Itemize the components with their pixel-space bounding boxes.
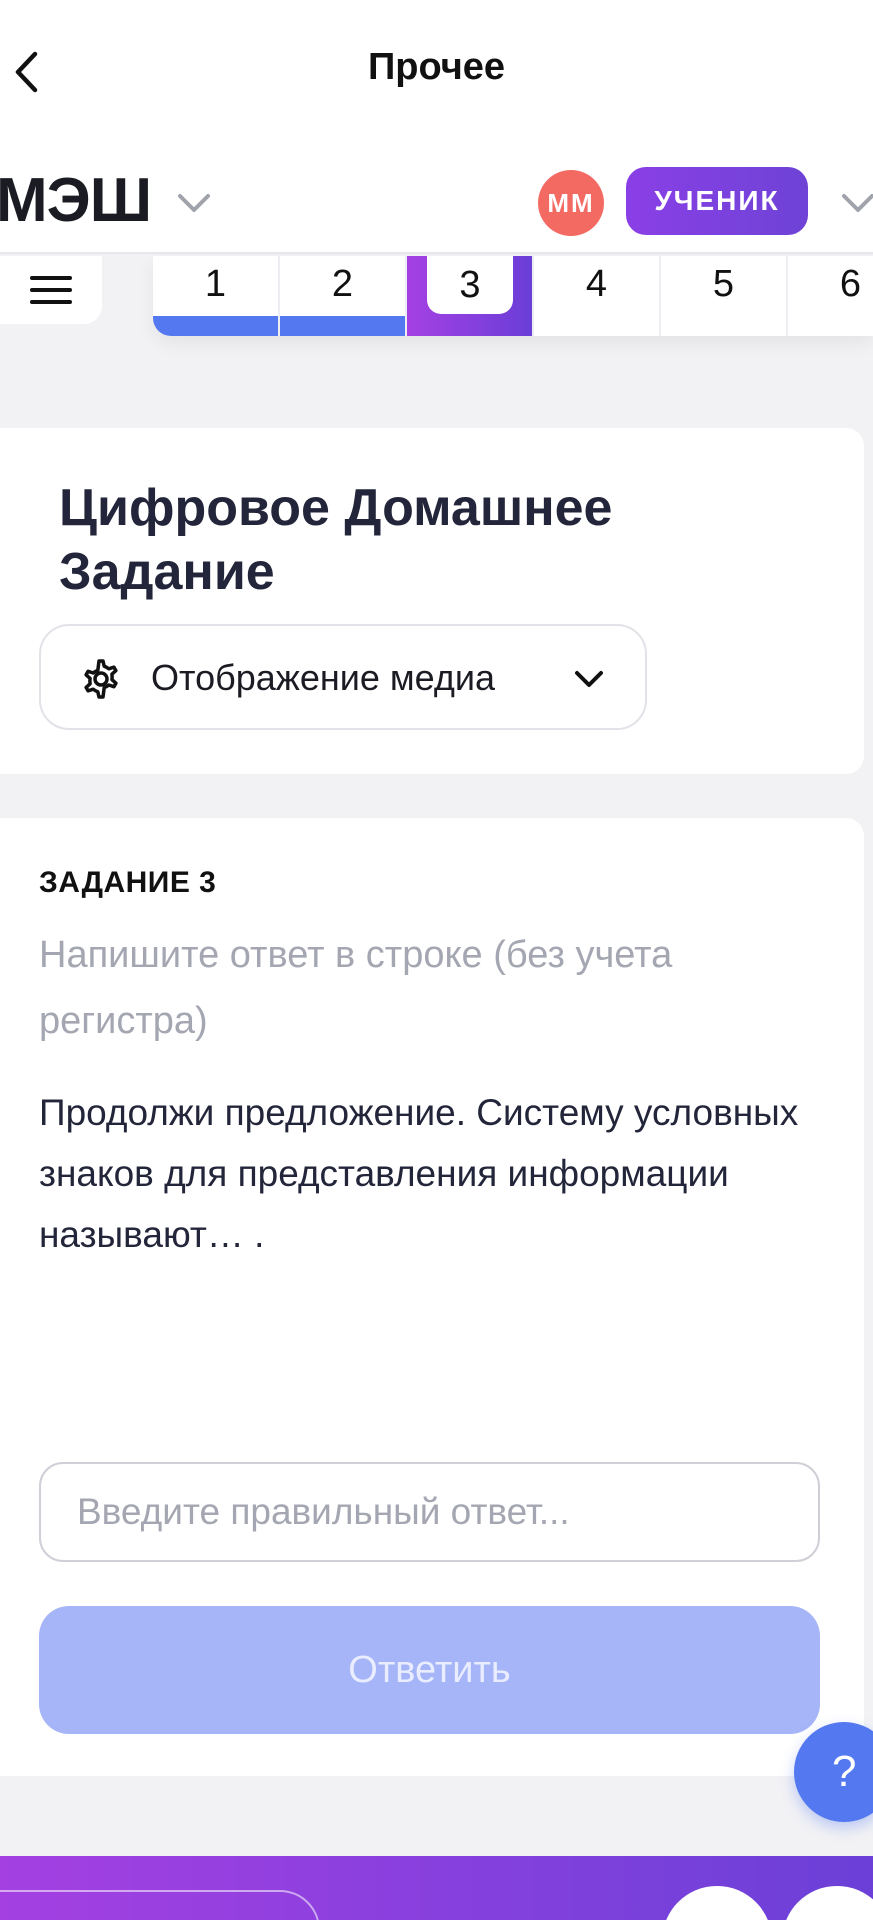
task-tab-6[interactable]: 6 — [788, 256, 873, 336]
chevron-down-icon[interactable] — [838, 188, 873, 218]
task-question: Продолжи предложение. Систему условных з… — [39, 1092, 799, 1255]
task-tab-number: 6 — [839, 262, 862, 305]
chevron-down-icon[interactable] — [174, 188, 214, 218]
top-navigation-bar: Прочее — [0, 0, 873, 150]
task-tab-number: 4 — [585, 262, 608, 305]
media-display-label: Отображение медиа — [151, 657, 496, 698]
homework-title: Цифровое Домашнее Задание — [59, 479, 613, 601]
answer-input[interactable] — [39, 1462, 820, 1562]
submit-answer-button[interactable]: Ответить — [39, 1606, 820, 1734]
task-tab-2[interactable]: 2 — [280, 256, 407, 336]
task-tab-5[interactable]: 5 — [661, 256, 788, 336]
bottom-circle-button[interactable] — [782, 1886, 873, 1920]
task-tab-number: 5 — [712, 262, 735, 305]
page-title: Прочее — [367, 46, 506, 88]
bottom-circle-button[interactable] — [662, 1886, 772, 1920]
menu-icon — [30, 276, 72, 304]
menu-button[interactable] — [0, 256, 102, 324]
task-tab-3[interactable]: 3 — [407, 256, 534, 336]
task-tab-number: 1 — [204, 262, 227, 305]
media-display-dropdown[interactable]: Отображение медиа — [39, 624, 647, 730]
chevron-down-icon — [575, 671, 603, 687]
task-hint: Напишите ответ в строке (без учета регис… — [39, 934, 673, 1042]
gear-icon — [84, 659, 118, 699]
app-header: МЭШ ММ УЧЕНИК — [0, 150, 873, 254]
app-logo[interactable]: МЭШ — [0, 170, 152, 232]
task-label: ЗАДАНИЕ 3 — [39, 866, 217, 899]
help-icon: ? — [832, 1747, 857, 1796]
task-tab-4[interactable]: 4 — [534, 256, 661, 336]
bottom-action-button[interactable] — [0, 1890, 320, 1920]
bottom-bar — [0, 1856, 873, 1920]
task-tab-number: 3 — [427, 256, 513, 314]
task-tab-number: 2 — [331, 262, 354, 305]
role-badge[interactable]: УЧЕНИК — [626, 167, 808, 235]
avatar[interactable]: ММ — [538, 170, 604, 236]
task-switcher: 1 2 3 4 5 6 — [153, 256, 873, 336]
task-tab-1[interactable]: 1 — [153, 256, 280, 336]
